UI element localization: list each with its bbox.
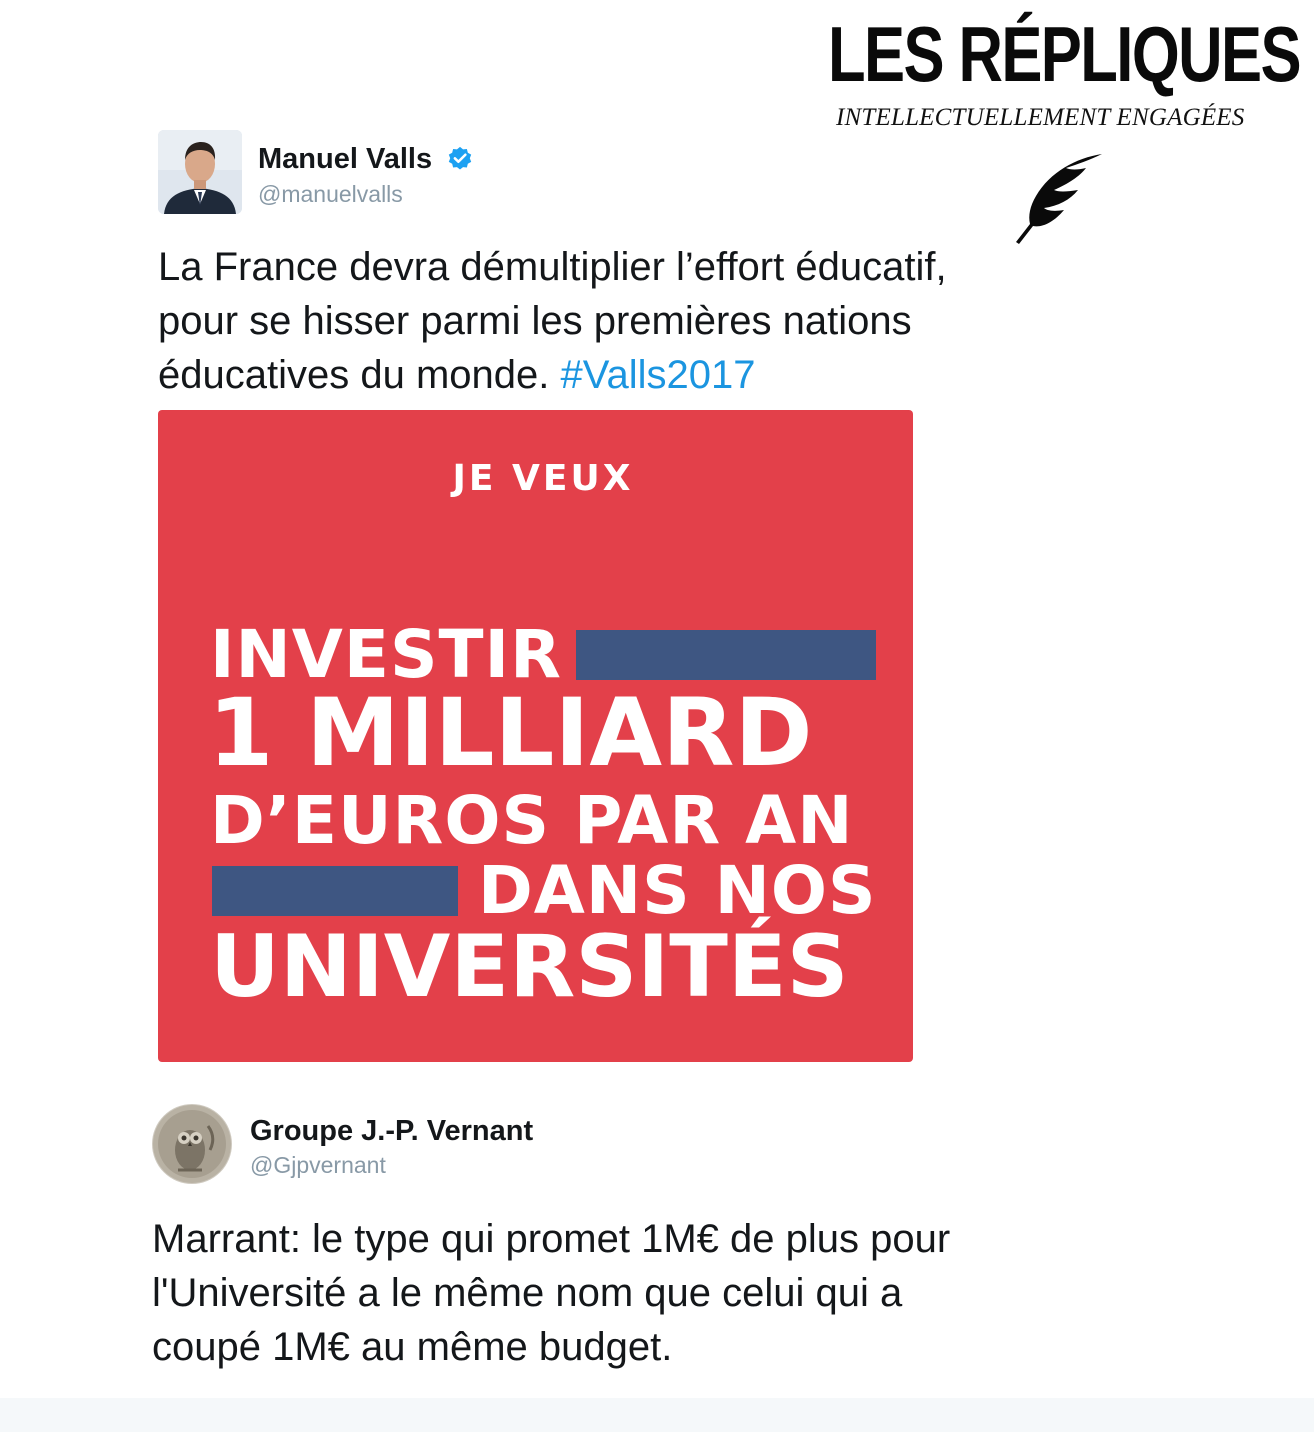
profile-photo-icon — [158, 130, 242, 214]
tweet-text-line: pour se hisser parmi les premières natio… — [158, 299, 912, 343]
tweet-text-line: La France devra démultiplier l’effort éd… — [158, 245, 947, 289]
avatar-manuel-valls[interactable] — [158, 130, 242, 214]
poster-line: UNIVERSITÉS — [210, 917, 849, 1017]
poster-line: DANS NOS — [478, 852, 877, 929]
poster-blue-bar — [576, 630, 876, 680]
tweet-text-line: l'Université a le même nom que celui qui… — [152, 1271, 903, 1315]
author-handle[interactable]: @manuelvalls — [258, 180, 403, 208]
tweet-text: La France devra démultiplier l’effort éd… — [158, 240, 1038, 402]
tweet-text-line: Marrant: le type qui promet 1M€ de plus … — [152, 1217, 951, 1261]
poster-line: 1 MILLIARD — [208, 679, 813, 788]
verified-badge-icon — [448, 146, 472, 170]
tweet-text-fragment: éducatives du monde. — [158, 353, 561, 397]
avatar-groupe-vernant[interactable] — [152, 1104, 232, 1184]
tweet-text: Marrant: le type qui promet 1M€ de plus … — [152, 1212, 1052, 1374]
owl-coin-icon — [153, 1105, 231, 1183]
poster-blue-bar — [212, 866, 458, 916]
quill-feather-icon — [1016, 154, 1102, 244]
author-handle[interactable]: @Gjpvernant — [250, 1151, 386, 1179]
brand-title: LES RÉPLIQUES — [828, 10, 1301, 98]
author-name[interactable]: Manuel Valls — [258, 142, 432, 176]
tweet-text-line: éducatives du monde. #Valls2017 — [158, 348, 1038, 402]
hashtag-link[interactable]: #Valls2017 — [560, 353, 755, 397]
brand-tagline: INTELLECTUELLEMENT ENGAGÉES — [836, 104, 1245, 131]
tweet-image-poster[interactable]: JE VEUX INVESTIR 1 MILLIARD D’EUROS PAR … — [158, 410, 913, 1062]
author-name[interactable]: Groupe J.-P. Vernant — [250, 1114, 533, 1148]
poster-kicker: JE VEUX — [452, 458, 634, 499]
bottom-band — [0, 1398, 1314, 1432]
poster-line: D’EUROS PAR AN — [210, 782, 854, 859]
tweet-text-line: coupé 1M€ au même budget. — [152, 1325, 673, 1369]
